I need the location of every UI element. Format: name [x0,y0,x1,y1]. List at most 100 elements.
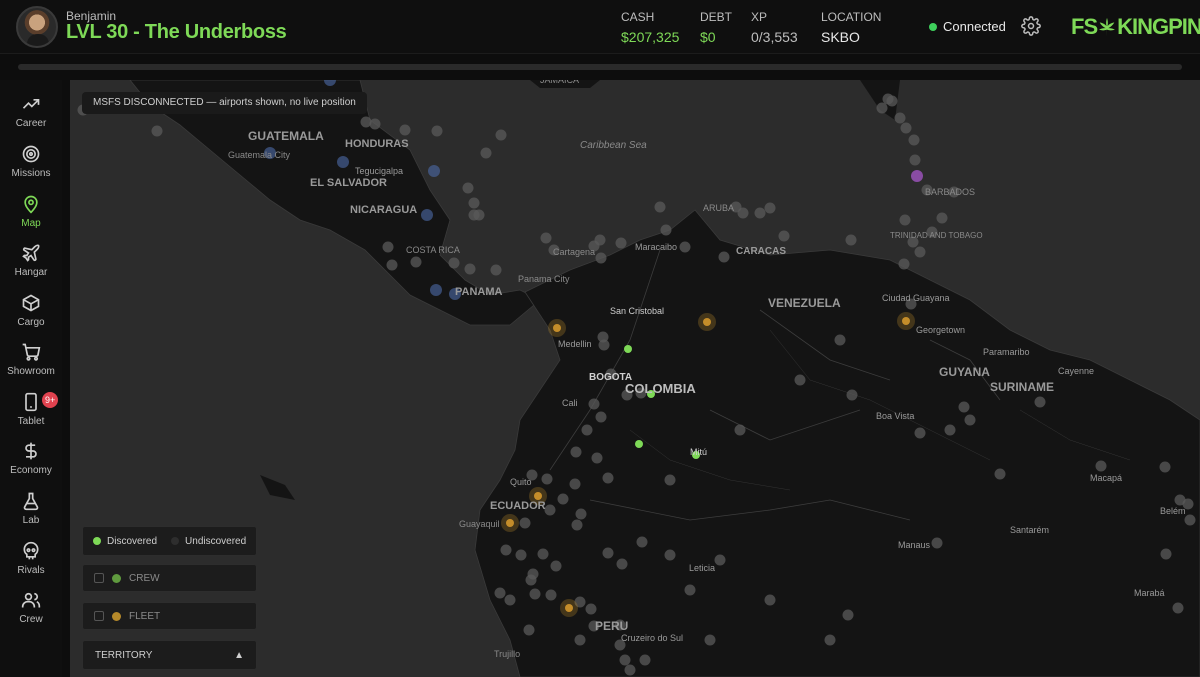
sidebar-item-lab[interactable]: Lab [0,491,62,537]
crew-filter[interactable]: CREW [82,564,257,592]
map-place-label: Georgetown [916,325,965,335]
map-place-label: TRINIDAD AND TOBAGO [890,231,983,240]
map-place-label: NICARAGUA [350,204,417,216]
map-place-label: JAMAICA [540,80,579,85]
map-place-label: Macapá [1090,473,1122,483]
sidebar-item-cargo[interactable]: Cargo [0,293,62,339]
fleet-dot-icon [112,611,121,621]
brand-left: FS [1071,14,1098,39]
undiscovered-label: Undiscovered [185,535,247,547]
map-place-label: GUATEMALA [248,129,324,143]
target-icon [22,145,40,163]
map-pin-icon [24,195,38,214]
discovered-label: Discovered [107,535,158,547]
map-place-label: PANAMA [455,286,503,298]
tablet-icon [25,392,37,412]
map-place-label: Santarém [1010,525,1049,535]
sidebar-item-crew[interactable]: Crew [0,590,62,636]
msfs-status-banner: MSFS DISCONNECTED — airports shown, no l… [82,92,367,114]
sidebar-item-tablet[interactable]: 9+ Tablet [0,392,62,438]
sidebar-item-label: Lab [22,515,40,526]
map-place-label: GUYANA [939,365,990,379]
map-place-label: Guatemala City [228,150,291,160]
users-icon [21,592,41,608]
cart-icon [22,343,41,361]
fleet-checkbox[interactable] [94,611,104,621]
map-place-label: Panama City [518,274,570,284]
gear-icon[interactable] [1021,16,1041,36]
fleet-filter[interactable]: FLEET [82,602,257,630]
sidebar-item-label: Missions [11,168,51,179]
sidebar-item-label: Showroom [7,366,55,377]
map-place-label: San Cristobal [610,306,664,316]
sidebar-item-missions[interactable]: Missions [0,144,62,190]
map-place-label: Trujillo [494,649,520,659]
avatar[interactable] [16,6,58,48]
map-place-label: ARUBA [703,203,734,213]
debt-stat: DEBT $0 [700,10,732,45]
debt-label: DEBT [700,10,733,24]
map-place-label: PERU [595,619,628,633]
map-place-label: Caribbean Sea [580,140,647,151]
location-value: SKBO [821,29,860,45]
flask-icon [23,492,39,511]
sidebar-item-hangar[interactable]: Hangar [0,243,62,289]
map-place-label: COLOMBIA [625,381,696,396]
undiscovered-dot-icon [171,537,180,545]
sidebar-item-label: Crew [19,614,43,625]
map-place-label: Quito [510,477,532,487]
box-icon [22,294,40,312]
brand-right: KINGPIN [1117,14,1200,39]
map-place-label: Boa Vista [876,411,914,421]
cash-label: CASH [621,10,655,24]
map-place-label: COSTA RICA [406,245,460,255]
leaf-icon [1099,17,1116,37]
map-place-label: SURINAME [990,380,1054,394]
sidebar-item-label: Economy [10,465,52,476]
map-place-label: Cruzeiro do Sul [621,633,683,643]
sidebar-item-label: Hangar [14,267,48,278]
player-level-title: LVL 30 - The Underboss [66,21,287,43]
connection-status: Connected [929,19,1006,34]
map-place-label: Marabá [1134,588,1165,598]
sidebar-item-career[interactable]: Career [0,94,62,140]
map-place-label: BARBADOS [925,187,975,197]
skull-icon [23,541,39,560]
map-place-label: Leticia [689,563,715,573]
sidebar-item-economy[interactable]: Economy [0,441,62,487]
trending-up-icon [22,99,40,109]
sidebar-item-label: Cargo [17,317,45,328]
world-map[interactable]: JAMAICA GUATEMALA HONDURAS Guatemala City Te… [70,80,1200,677]
status-dot-icon [929,22,937,31]
map-place-label: HONDURAS [345,138,409,150]
map-place-label: Medellin [558,339,592,349]
location-stat: LOCATION SKBO [821,10,881,45]
sidebar-item-label: Career [15,118,47,129]
map-place-label: Manaus [898,540,931,550]
sidebar-item-label: Map [21,218,41,229]
plane-icon [22,244,40,262]
crew-dot-icon [112,573,121,583]
sidebar-item-label: Rivals [17,565,45,576]
xp-label: XP [751,10,768,24]
sidebar-item-rivals[interactable]: Rivals [0,541,62,587]
sidebar-item-label: Tablet [17,416,45,427]
crew-checkbox[interactable] [94,573,104,583]
crew-filter-label: CREW [129,572,160,584]
map-place-label: Paramaribo [983,347,1030,357]
xp-stat: XP 0/3,553 [751,10,798,45]
map-place-label: CARACAS [736,246,786,257]
sidebar-item-showroom[interactable]: Showroom [0,342,62,388]
map-place-label: Cartagena [553,247,595,257]
map-place-label: Tegucigalpa [355,166,403,176]
map-place-label: Guayaquil [459,519,500,529]
chevron-up-icon: ▲ [234,649,244,661]
connection-label: Connected [943,19,1006,34]
territory-toggle[interactable]: TERRITORY ▲ [82,640,257,670]
discovery-legend: Discovered Undiscovered [82,526,257,556]
map-place-label: Maracaibo [635,242,677,252]
debt-value: $0 [700,29,716,45]
sidebar-item-map[interactable]: Map [0,194,62,240]
map-place-label: Ciudad Guayana [882,293,950,303]
map-place-label: Mitú [690,447,707,457]
